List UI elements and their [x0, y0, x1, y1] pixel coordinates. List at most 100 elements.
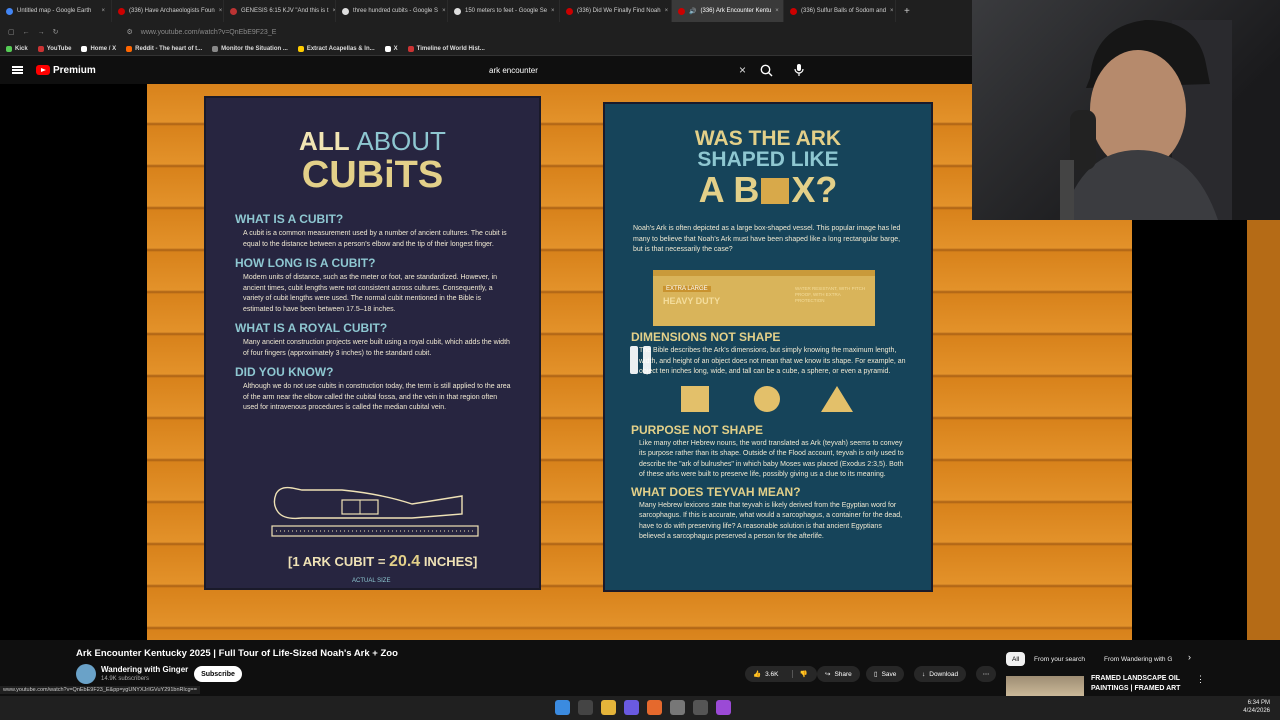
back-icon[interactable]: ← [23, 29, 30, 36]
more-vert-icon[interactable]: ⋮ [1196, 674, 1205, 685]
new-tab-icon[interactable]: + [904, 6, 910, 17]
more-actions-button[interactable]: ⋯ [976, 666, 996, 682]
channel-avatar[interactable] [76, 664, 96, 684]
bookmark[interactable]: Monitor the Situation ... [212, 45, 288, 52]
subscriber-count: 14.9K subscribers [101, 676, 150, 682]
url-field[interactable]: www.youtube.com/watch?v=QnEbE9F23_E [141, 29, 277, 36]
voice-search-button[interactable] [790, 60, 808, 80]
site-info-icon[interactable]: ⚙ [127, 28, 133, 36]
status-url: www.youtube.com/watch?v=QnEbE9F23_E&pp=y… [0, 686, 200, 694]
bookmark[interactable]: Kick [6, 45, 28, 52]
browser-tab[interactable]: 150 meters to feet - Google Se × [448, 0, 560, 22]
search-input[interactable]: ark encounter × [480, 60, 752, 80]
close-icon[interactable]: × [665, 8, 669, 14]
app-icon[interactable] [716, 700, 731, 715]
close-icon[interactable]: × [219, 8, 223, 14]
chip-from-channel[interactable]: From Wandering with G [1098, 652, 1176, 666]
bookmark[interactable]: Timeline of World Hist... [407, 45, 485, 52]
actual-size-label: ACTUAL SIZE [352, 578, 391, 584]
settings-icon[interactable] [670, 700, 685, 715]
google-favicon-icon [454, 7, 461, 15]
address-bar: ▢ ← → ↻ ⚙ www.youtube.com/watch?v=QnEbE9… [0, 22, 972, 42]
section-heading: DIMENSIONS NOT SHAPE [631, 330, 781, 344]
search-icon[interactable] [578, 700, 593, 715]
taskbar: 6:34 PM 4/24/2026 [0, 696, 1280, 720]
sign-title: SHAPED LIKE [697, 148, 839, 171]
pyramid-icon [821, 385, 853, 412]
site-icon [407, 45, 414, 52]
close-icon[interactable]: × [890, 8, 894, 14]
youtube-favicon-icon [678, 7, 685, 15]
forward-icon[interactable]: → [38, 29, 45, 36]
section-heading: WHAT IS A ROYAL CUBIT? [235, 321, 388, 335]
video-title: Ark Encounter Kentucky 2025 | Full Tour … [76, 648, 398, 659]
section-heading: WHAT IS A CUBIT? [235, 212, 344, 226]
section-text: Modern units of distance, such as the me… [243, 274, 498, 313]
section-heading: WHAT DOES TEYVAH MEAN? [631, 484, 801, 499]
close-icon[interactable]: × [551, 8, 555, 14]
site-icon [212, 45, 219, 52]
close-icon[interactable]: × [775, 8, 779, 14]
browser-icon[interactable] [647, 700, 662, 715]
menu-icon[interactable] [12, 66, 23, 74]
share-icon: ↪ [825, 671, 831, 678]
webcam-overlay [972, 0, 1280, 220]
browser-tab[interactable]: (336) Sulfur Balls of Sodom and × [784, 0, 896, 22]
cubits-sign: ALL ABOUT CUBiTS WHAT IS A CUBIT? A cubi… [204, 96, 541, 590]
like-button[interactable]: 👍 3.6K 👎 [745, 666, 817, 682]
bookmark[interactable]: Home / X [81, 45, 116, 52]
bookmark[interactable]: YouTube [37, 45, 71, 52]
bookmark[interactable]: X [384, 45, 398, 52]
chat-app-icon[interactable] [624, 700, 639, 715]
channel-name[interactable]: Wandering with Ginger [101, 665, 188, 674]
subscribe-button[interactable]: Subscribe [194, 666, 242, 682]
recommendation-title[interactable]: FRAMED LANDSCAPE OIL PAINTINGS | FRAMED … [1091, 674, 1180, 694]
x-icon [384, 45, 391, 52]
clear-search-icon[interactable]: × [739, 63, 746, 77]
chip-from-search[interactable]: From your search [1028, 652, 1091, 666]
section-heading: DID YOU KNOW? [235, 365, 334, 379]
search-icon [760, 64, 772, 76]
microphone-icon [794, 64, 804, 76]
x-icon [81, 45, 88, 52]
save-button[interactable]: ▯ Save [866, 666, 905, 682]
box-icon [761, 178, 790, 204]
section-text: The Bible describes the Ark's dimensions… [639, 347, 906, 375]
google-favicon-icon [342, 7, 349, 15]
browser-tab[interactable]: (336) Did We Finally Find Noah × [560, 0, 672, 22]
download-button[interactable]: ↓ Download [914, 666, 967, 682]
browser-tab[interactable]: Untitled map - Google Earth × [0, 0, 112, 22]
tab-favicon-icon [230, 7, 237, 15]
pause-icon[interactable] [627, 346, 653, 376]
search-button[interactable] [756, 60, 776, 80]
windows-start-icon[interactable] [555, 700, 570, 715]
chip-all[interactable]: All [1006, 652, 1026, 666]
sign-title: A B X? [698, 169, 838, 210]
youtube-favicon-icon [118, 7, 125, 15]
tab-actions-icon[interactable]: ▢ [8, 28, 15, 36]
browser-tab-active[interactable]: 🔊 (336) Ark Encounter Kentu × [672, 0, 784, 22]
browser-tab[interactable]: GENESIS 6:15 KJV "And this is t × [224, 0, 336, 22]
download-icon: ↓ [922, 670, 926, 678]
wood-post [1247, 220, 1280, 640]
file-explorer-icon[interactable] [601, 700, 616, 715]
bookmark[interactable]: Reddit - The heart of t... [126, 45, 202, 52]
video-metadata: Ark Encounter Kentucky 2025 | Full Tour … [0, 640, 1000, 690]
thumbs-down-icon[interactable]: 👎 [792, 670, 808, 678]
section-text: A cubit is a common measurement used by … [243, 230, 507, 248]
system-clock[interactable]: 6:34 PM 4/24/2026 [1243, 699, 1270, 715]
speaker-icon: 🔊 [689, 8, 697, 15]
sign-title-main: CUBiTS [301, 154, 444, 196]
reload-icon[interactable]: ↻ [53, 28, 59, 36]
bookmark[interactable]: Extract Acapellas & In... [297, 45, 375, 52]
sphere-icon [754, 385, 780, 412]
browser-tab[interactable]: (336) Have Archaeologists Foun × [112, 0, 224, 22]
app-icon[interactable] [693, 700, 708, 715]
close-icon[interactable]: × [101, 8, 105, 14]
youtube-logo[interactable]: Premium [36, 65, 96, 76]
browser-tab[interactable]: three hundred cubits - Google S × [336, 0, 448, 22]
close-icon[interactable]: × [442, 8, 446, 14]
youtube-header: Premium ark encounter × [0, 56, 972, 84]
chevron-right-icon[interactable]: › [1188, 652, 1191, 662]
share-button[interactable]: ↪ Share [817, 666, 860, 682]
